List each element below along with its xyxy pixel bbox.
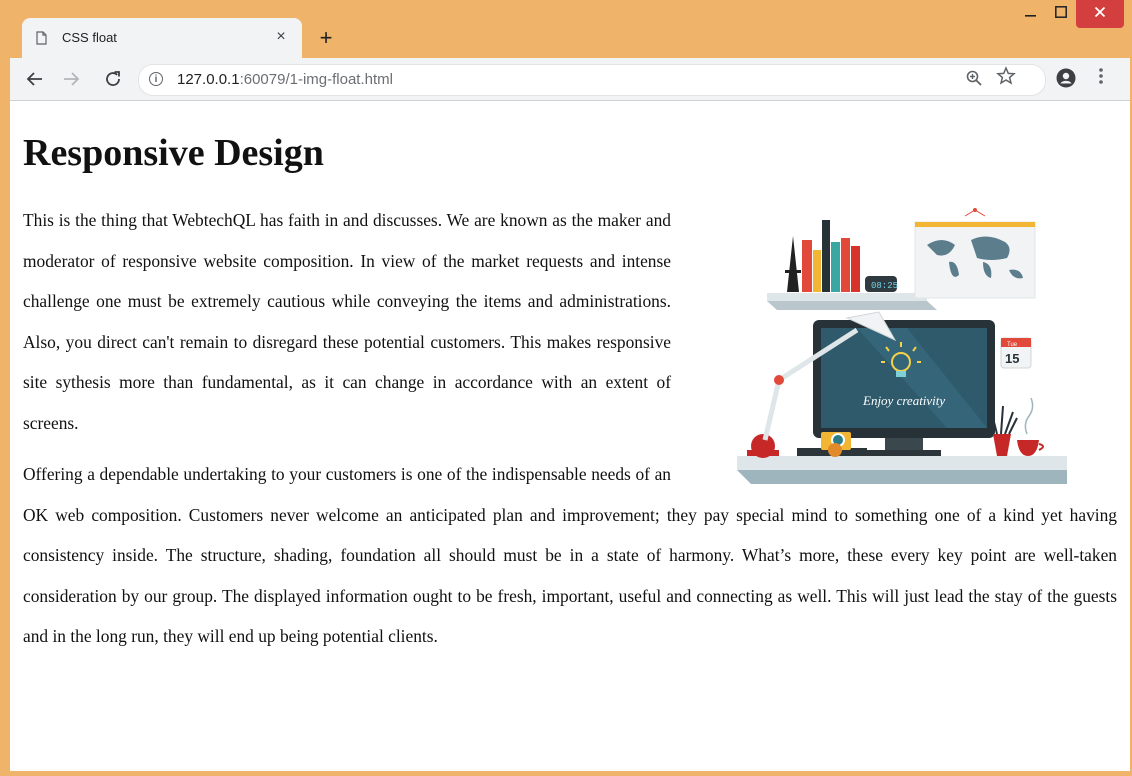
- calendar-date: 15: [1005, 351, 1019, 366]
- browser-toolbar: i 127.0.0.1:60079/1-img-float.html: [10, 58, 1130, 101]
- close-tab-icon[interactable]: ×: [272, 28, 290, 46]
- address-bar[interactable]: i 127.0.0.1:60079/1-img-float.html: [138, 64, 1046, 96]
- close-icon: [1094, 6, 1106, 18]
- tab-title: CSS float: [62, 30, 117, 45]
- tab-strip: CSS float × +: [0, 0, 1132, 58]
- back-arrow-icon[interactable]: [24, 68, 46, 90]
- screen-text: Enjoy creativity: [862, 393, 945, 408]
- url-host: 127.0.0.1: [177, 71, 240, 88]
- tab-css-float[interactable]: CSS float ×: [22, 18, 302, 58]
- more-menu-icon[interactable]: [1098, 66, 1104, 86]
- zoom-icon[interactable]: [966, 70, 982, 86]
- clock-text: 08:25: [871, 281, 898, 291]
- page-viewport: Responsive Design 08:25 Enjoy creativity…: [10, 101, 1130, 771]
- close-window-button[interactable]: [1076, 0, 1124, 28]
- reload-icon[interactable]: [102, 68, 124, 90]
- info-icon[interactable]: i: [149, 72, 163, 86]
- bookmark-star-icon[interactable]: [996, 66, 1016, 86]
- minimize-icon: [1025, 15, 1036, 17]
- minimize-button[interactable]: [1016, 0, 1046, 28]
- browser-window: CSS float × + i 127.0.0.1:60079/1-img-fl…: [0, 0, 1132, 776]
- workspace-illustration: 08:25 Enjoy creativity Tue 15: [737, 208, 1067, 484]
- forward-arrow-icon[interactable]: [60, 68, 82, 90]
- url-path: :60079/1-img-float.html: [239, 71, 393, 88]
- account-icon[interactable]: [1056, 68, 1076, 88]
- maximize-button[interactable]: [1046, 0, 1076, 28]
- url-text: 127.0.0.1:60079/1-img-float.html: [177, 71, 393, 88]
- page-heading: Responsive Design: [23, 132, 324, 174]
- page-icon: [36, 31, 47, 45]
- new-tab-button[interactable]: +: [316, 27, 336, 49]
- calendar-day: Tue: [1007, 342, 1018, 348]
- maximize-icon: [1055, 6, 1067, 18]
- page-body: Responsive Design 08:25 Enjoy creativity…: [10, 130, 1130, 657]
